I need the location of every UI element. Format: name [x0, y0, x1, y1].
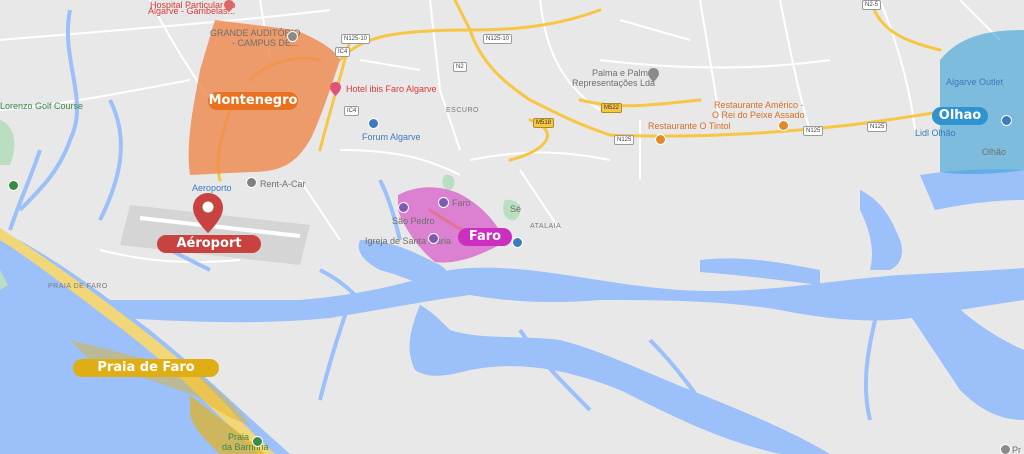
palma-sublabel[interactable]: Representações Lda — [572, 78, 655, 88]
escuro-label: ESCURO — [446, 107, 479, 114]
road-shield-n125-10: N125-10 — [483, 34, 513, 44]
lorenzo-golf-label[interactable]: Lorenzo Golf Course — [0, 101, 83, 111]
road-shield-ic4: IC4 — [344, 106, 360, 116]
hospital-icon[interactable] — [224, 0, 234, 12]
road-shield-n125-10: N125-10 — [341, 34, 371, 44]
university-icon[interactable] — [287, 31, 298, 42]
tintol-label[interactable]: Restaurante O Tintol — [648, 121, 731, 131]
sao-pedro-label: São Pedro — [392, 216, 435, 226]
forum-algarve-label[interactable]: Forum Algarve — [362, 132, 421, 142]
montenegro-badge[interactable]: Montenegro — [208, 92, 298, 110]
praia-de-faro-small-label: PRAIA DE FARO — [48, 283, 108, 290]
business-pin-icon[interactable] — [648, 68, 659, 82]
shopping-icon[interactable] — [1001, 115, 1012, 126]
rent-a-car-label[interactable]: Rent-A-Car — [260, 179, 306, 189]
train-station-icon[interactable] — [512, 237, 523, 248]
olhao-badge[interactable]: Olhao — [932, 107, 988, 125]
airport-pin-icon[interactable] — [193, 193, 223, 233]
faro-city-label: Faro — [452, 198, 471, 208]
map-view[interactable]: N125-10 N125-10 IC4 IC4 N2 M522 M518 N12… — [0, 0, 1024, 454]
atalaia-label: ATALAIA — [530, 223, 562, 230]
restaurant-icon[interactable] — [655, 134, 666, 145]
algarve-outlet-label[interactable]: Algarve Outlet — [946, 77, 1003, 87]
americo-label[interactable]: Restaurante Américo - — [714, 100, 804, 110]
beach-icon[interactable] — [252, 436, 263, 447]
hospital-sublabel[interactable]: Algarve - Gambelas... — [148, 6, 235, 16]
aeroporto-label[interactable]: Aeroporto — [192, 183, 232, 193]
lidl-olhao-label[interactable]: Lidl Olhão — [915, 128, 956, 138]
golf-icon[interactable] — [8, 180, 19, 191]
transit-icon[interactable] — [398, 202, 409, 213]
place-label: Pr — [1012, 445, 1021, 454]
road-shield-m522: M522 — [601, 103, 623, 113]
hotel-icon[interactable] — [330, 82, 341, 96]
restaurant-icon[interactable] — [778, 120, 789, 131]
praia-barrinha-label[interactable]: Praia — [228, 432, 249, 442]
palma-label[interactable]: Palma e Palma — [592, 68, 653, 78]
aeroport-badge[interactable]: Aéroport — [157, 235, 261, 253]
road-shield-n125: N125 — [614, 135, 635, 145]
road-shield-m518: M518 — [533, 118, 555, 128]
road-shield-n2-5: N2-5 — [862, 0, 882, 10]
faro-badge[interactable]: Faro — [458, 228, 512, 246]
olhao-small-label: Olhão — [982, 147, 1007, 157]
se-label: Sé — [510, 204, 522, 214]
road-shield-ic4: IC4 — [335, 47, 351, 57]
car-rental-icon[interactable] — [246, 177, 257, 188]
road-shield-n2: N2 — [453, 62, 467, 72]
shopping-icon[interactable] — [368, 118, 379, 129]
americo-sublabel[interactable]: O Rei do Peixe Assado — [712, 110, 805, 120]
map-canvas[interactable] — [0, 0, 1024, 454]
landmark-icon[interactable] — [438, 197, 449, 208]
place-icon[interactable] — [1000, 444, 1011, 454]
praia-de-faro-badge[interactable]: Praia de Faro — [73, 359, 219, 377]
hotel-ibis-label[interactable]: Hotel ibis Faro Algarve — [346, 84, 437, 94]
church-icon[interactable] — [428, 233, 439, 244]
road-shield-n125: N125 — [803, 126, 824, 136]
road-shield-n125: N125 — [867, 122, 888, 132]
